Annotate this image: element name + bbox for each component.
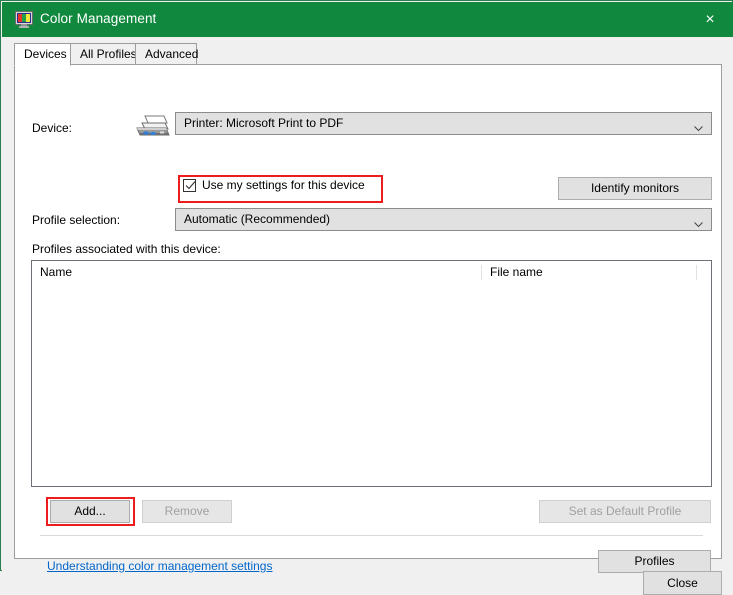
close-dialog-label: Close <box>667 576 698 590</box>
device-combo-box[interactable]: Printer: Microsoft Print to PDF <box>175 112 712 135</box>
column-header-name-label: Name <box>40 265 73 279</box>
profile-selection-label: Profile selection: <box>32 213 121 227</box>
tab-advanced[interactable]: Advanced <box>135 43 199 65</box>
use-my-settings-label: Use my settings for this device <box>202 178 365 192</box>
color-monitor-icon <box>15 11 33 29</box>
profile-selection-value: Automatic (Recommended) <box>184 212 331 226</box>
column-header-name[interactable]: Name <box>32 261 482 284</box>
devices-tab-page: Device: Printer: Microsoft Print to PDF <box>14 64 722 573</box>
tab-advanced-label: Advanced <box>145 47 199 61</box>
device-label: Device: <box>32 121 73 135</box>
tab-all-profiles-label: All Profiles <box>80 47 137 61</box>
device-combo-value: Printer: Microsoft Print to PDF <box>184 116 344 130</box>
list-header-row: Name File name <box>32 261 711 285</box>
set-as-default-profile-button[interactable]: Set as Default Profile <box>539 500 711 523</box>
tab-strip: Devices All Profiles Advanced <box>14 43 722 66</box>
profiles-button[interactable]: Profiles <box>598 550 711 573</box>
profiles-associated-label: Profiles associated with this device: <box>32 242 221 256</box>
divider <box>40 535 703 536</box>
column-header-file-name[interactable]: File name <box>482 261 697 284</box>
tab-all-profiles[interactable]: All Profiles <box>70 43 137 65</box>
close-icon: × <box>705 10 715 28</box>
profiles-list-view[interactable]: Name File name <box>31 260 712 487</box>
profiles-label: Profiles <box>634 554 675 568</box>
remove-profile-button[interactable]: Remove <box>142 500 232 523</box>
window-title: Color Management <box>40 11 157 26</box>
title-bar: Color Management × <box>2 2 733 37</box>
remove-profile-label: Remove <box>164 504 210 518</box>
close-dialog-button[interactable]: Close <box>643 571 722 595</box>
use-my-settings-checkbox[interactable]: Use my settings for this device <box>183 178 365 192</box>
checkbox-box <box>183 178 196 192</box>
close-window-button[interactable]: × <box>687 2 733 37</box>
dialog-body: Devices All Profiles Advanced Device: Pr… <box>2 37 733 595</box>
identify-monitors-label: Identify monitors <box>590 181 680 195</box>
column-header-extra[interactable] <box>697 261 711 284</box>
tab-devices-label: Devices <box>24 47 67 61</box>
chevron-down-icon <box>694 217 703 228</box>
printer-icon <box>133 114 171 142</box>
chevron-down-icon <box>694 121 703 132</box>
checkmark-icon <box>185 180 196 191</box>
color-management-window: Color Management × Devices All Profiles … <box>0 0 733 595</box>
tab-devices[interactable]: Devices <box>14 43 71 66</box>
add-profile-button[interactable]: Add... <box>50 500 130 523</box>
add-profile-label: Add... <box>74 504 106 518</box>
profile-selection-combo-box[interactable]: Automatic (Recommended) <box>175 208 712 231</box>
set-as-default-profile-label: Set as Default Profile <box>568 504 682 518</box>
profiles-list-body[interactable] <box>32 284 711 486</box>
column-header-file-name-label: File name <box>490 265 543 279</box>
identify-monitors-button[interactable]: Identify monitors <box>558 177 712 200</box>
